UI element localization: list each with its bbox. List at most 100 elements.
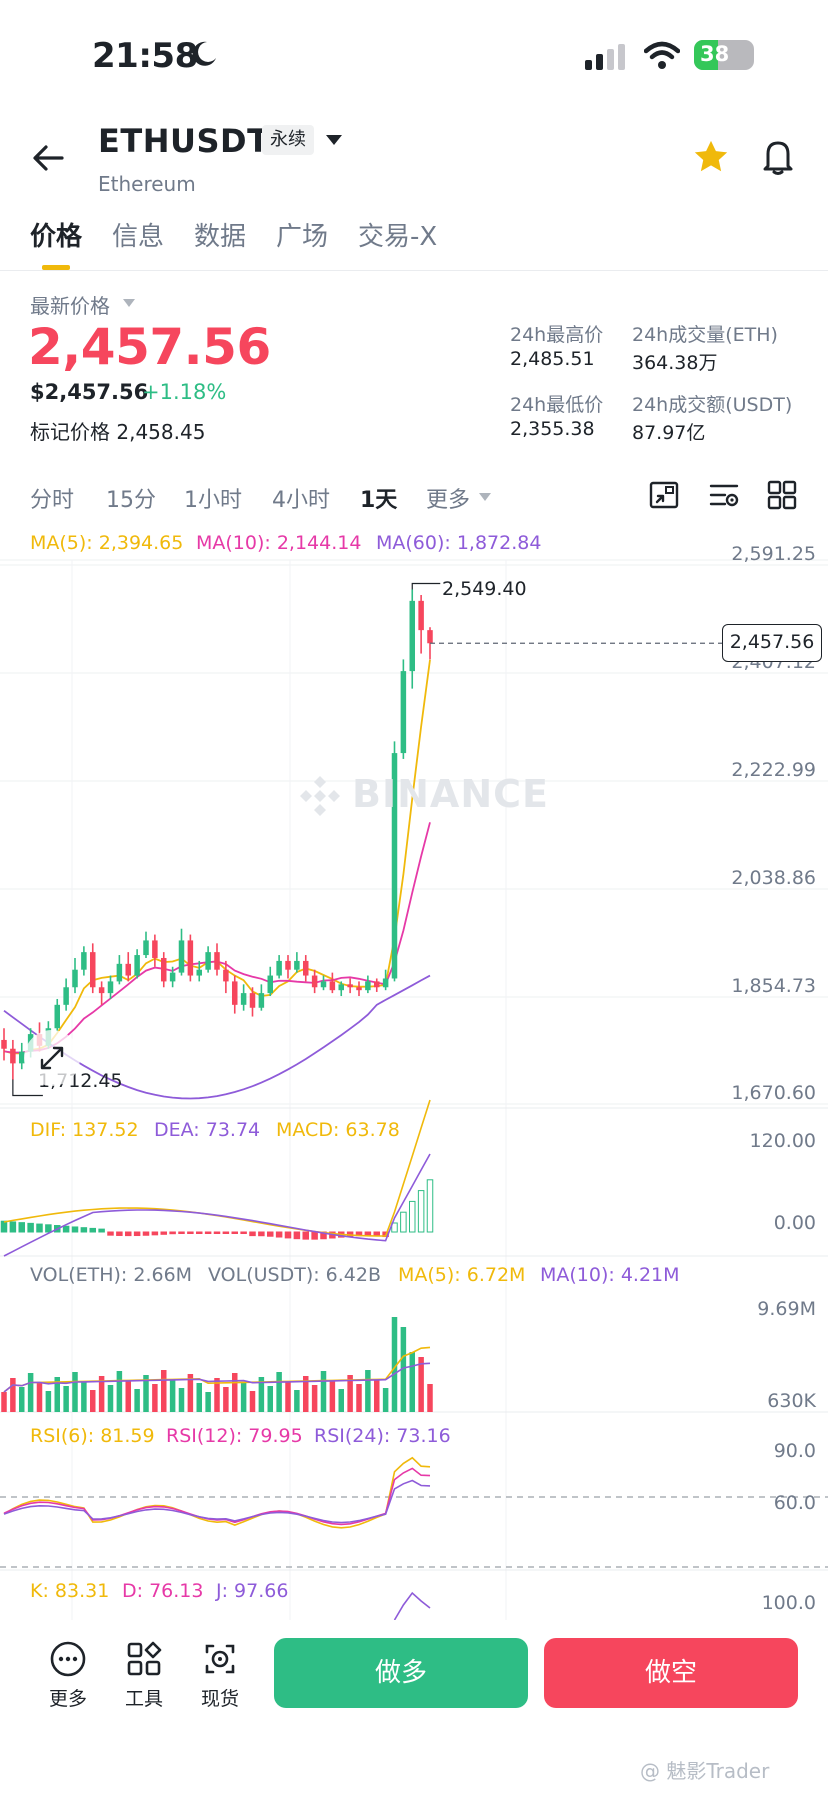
candle-body	[169, 972, 176, 982]
volume-bar	[373, 1379, 380, 1412]
volume-bar	[152, 1384, 158, 1412]
latest-price-label[interactable]: 最新价格	[30, 290, 110, 319]
candlestick-chart[interactable]	[0, 520, 828, 1620]
contract-type-badge: 永续	[262, 125, 314, 155]
interval-15m[interactable]: 15分	[106, 482, 156, 514]
chart-settings-icon[interactable]	[648, 480, 680, 510]
more-button[interactable]: 更多	[38, 1640, 98, 1711]
candle-body	[125, 963, 132, 976]
ma10-legend: MA(10): 2,144.14	[196, 532, 362, 554]
j-legend: J: 97.66	[216, 1580, 289, 1602]
macd-bar	[258, 1231, 265, 1237]
tabs-divider	[0, 270, 828, 271]
macd-bar	[71, 1226, 79, 1233]
macd-bar	[195, 1231, 203, 1234]
macd-bar	[222, 1231, 230, 1234]
candle-body	[373, 981, 380, 988]
symbol-dropdown-icon[interactable]	[324, 133, 344, 147]
interval-more-dropdown-icon[interactable]	[478, 492, 492, 502]
current-price-tag[interactable]: 2,457.56	[722, 624, 822, 662]
volume-bar	[338, 1389, 345, 1412]
short-button[interactable]: 做空	[544, 1638, 798, 1708]
expand-chart-icon[interactable]	[24, 1030, 80, 1086]
price-type-dropdown-icon[interactable]	[122, 298, 136, 308]
interval-time[interactable]: 分时	[30, 482, 74, 514]
macd-bar	[302, 1231, 310, 1240]
macd-bar	[116, 1231, 123, 1236]
interval-1d[interactable]: 1天	[360, 482, 397, 514]
candle-body	[187, 940, 194, 976]
tools-label: 工具	[124, 1688, 163, 1710]
candle-body	[276, 960, 282, 976]
macd-bar	[417, 1190, 425, 1233]
candle-body	[249, 993, 256, 1008]
bell-icon[interactable]	[760, 138, 796, 176]
price-markers	[12, 582, 722, 1097]
candle-body	[63, 987, 69, 1005]
k-legend: K: 83.31	[30, 1580, 110, 1602]
axis-price-3: 2,222.99	[731, 759, 816, 781]
tab-square[interactable]: 广场	[276, 216, 328, 253]
dea-legend: DEA: 73.74	[154, 1119, 261, 1141]
candle-body	[10, 1048, 16, 1064]
candle-body	[418, 600, 424, 631]
macd-bar	[213, 1231, 221, 1234]
candle-body	[160, 957, 167, 982]
axis-vol-2: 630K	[767, 1390, 816, 1412]
tab-data[interactable]: 数据	[194, 216, 246, 253]
volume-bar	[240, 1382, 247, 1412]
vol-ma10-legend: MA(10): 4.21M	[540, 1264, 680, 1286]
volume-bar	[231, 1373, 238, 1412]
macd-bar	[133, 1231, 141, 1237]
cellular-signal-icon	[585, 44, 625, 70]
stat-high-value: 2,485.51	[510, 348, 595, 370]
volume-bar	[205, 1392, 211, 1412]
interval-4h[interactable]: 4小时	[272, 482, 330, 514]
layout-grid-icon[interactable]	[766, 480, 798, 510]
spot-button[interactable]: 现货	[190, 1640, 250, 1711]
watermark: BINANCE	[352, 772, 549, 816]
interval-1h[interactable]: 1小时	[184, 482, 242, 514]
symbol-title[interactable]: ETHUSDT	[98, 122, 269, 160]
dea-line	[3, 1153, 431, 1257]
status-time: 21:58	[92, 36, 198, 76]
axis-macd-1: 120.00	[749, 1130, 816, 1152]
rsi24-legend: RSI(24): 73.16	[314, 1425, 451, 1447]
candle-body	[54, 1004, 61, 1029]
candle-body	[143, 940, 149, 956]
price-change-percent: +1.18%	[142, 380, 227, 404]
volume-bar	[276, 1372, 282, 1412]
candle-body	[329, 981, 336, 991]
tab-info[interactable]: 信息	[112, 216, 164, 253]
macd-bar	[107, 1231, 114, 1236]
tab-price[interactable]: 价格	[30, 216, 82, 253]
candle-body	[356, 987, 362, 991]
macd-bar	[80, 1227, 88, 1233]
candle-body	[107, 981, 114, 994]
macd-bar	[0, 1220, 8, 1233]
long-button[interactable]: 做多	[274, 1638, 528, 1708]
last-price: 2,457.56	[28, 318, 271, 376]
back-arrow-icon[interactable]	[30, 140, 66, 176]
favorite-star-icon[interactable]	[692, 138, 730, 176]
macd-bar	[408, 1200, 416, 1233]
tab-trade-x[interactable]: 交易-X	[358, 216, 437, 253]
candle-body	[134, 955, 140, 976]
macd-bar	[311, 1231, 318, 1240]
candle-body	[214, 952, 220, 970]
axis-rsi-2: 60.0	[773, 1492, 816, 1514]
candle-body	[1, 1039, 7, 1049]
tools-button[interactable]: 工具	[114, 1640, 174, 1711]
candle-body	[178, 940, 185, 973]
macd-bar	[266, 1231, 274, 1237]
candle-body	[294, 960, 300, 970]
indicator-settings-icon[interactable]	[708, 480, 740, 510]
interval-more[interactable]: 更多	[426, 482, 470, 514]
candle-body	[223, 969, 229, 982]
candle-body	[116, 963, 123, 982]
macd-bar	[160, 1231, 168, 1235]
macd-bar	[89, 1227, 97, 1233]
macd-bar	[187, 1231, 194, 1234]
rsi24-line	[3, 1479, 431, 1524]
stat-vol-eth-value: 364.38万	[632, 352, 718, 374]
